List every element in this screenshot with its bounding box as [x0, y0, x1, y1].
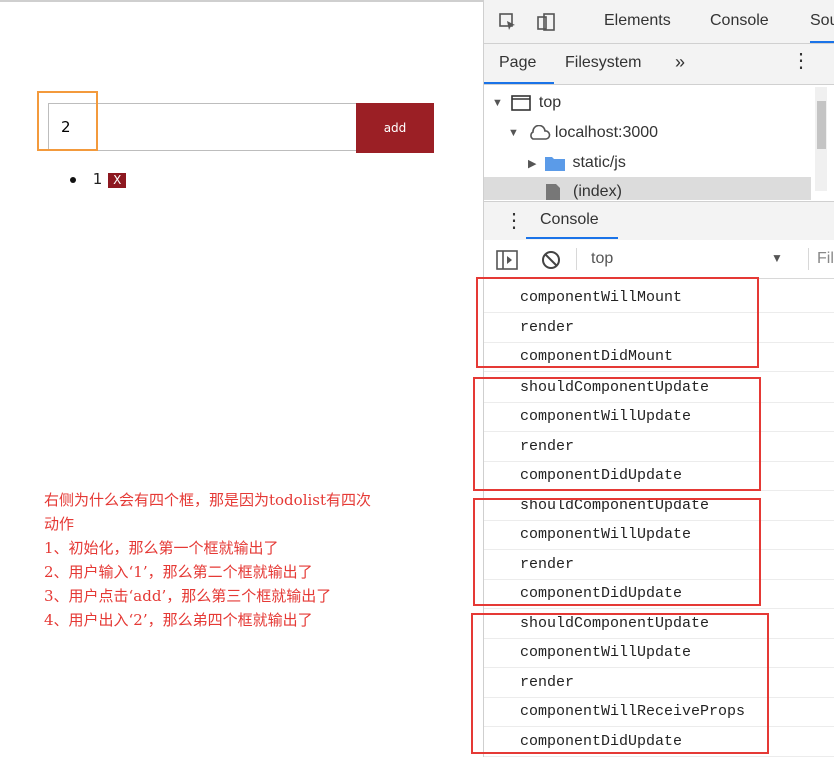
active-subtab-underline: [484, 82, 554, 84]
annotation-box-4: [471, 613, 769, 754]
list-item: 1 X: [70, 170, 127, 188]
todo-list: 1 X: [70, 170, 127, 188]
dropdown-arrow-icon[interactable]: ▼: [771, 251, 783, 265]
note-line: 3、用户点击‘add’，那么第三个框就输出了: [44, 587, 332, 605]
annotation-box-2: [473, 377, 761, 491]
tree-item-label: top: [538, 94, 562, 111]
drawer-menu-icon[interactable]: ⋮: [504, 208, 524, 233]
devtools-tabbar: Elements Console Sou: [484, 0, 834, 44]
tab-console[interactable]: Console: [710, 12, 769, 30]
note-line: 2、用户输入‘1’，那么第二个框就输出了: [44, 563, 313, 581]
tree-item-folder[interactable]: ▶ static/js: [528, 148, 626, 178]
frame-icon: [511, 95, 531, 111]
inspect-icon[interactable]: [498, 12, 518, 32]
folder-icon: [545, 157, 566, 171]
console-drawer-header: ⋮ Console: [484, 201, 834, 241]
tab-page[interactable]: Page: [499, 54, 536, 72]
clear-console-icon[interactable]: [541, 250, 561, 270]
filter-input[interactable]: Filt: [817, 250, 834, 268]
toolbar-divider: [808, 248, 809, 270]
explanation-note: 右侧为什么会有四个框，那是因为todolist有四次 动作 1、初始化，那么第一…: [44, 488, 474, 632]
toolbar-divider: [576, 248, 577, 270]
active-tab-underline: [810, 41, 834, 43]
expand-triangle-icon: ▼: [508, 127, 519, 139]
collapse-triangle-icon: ▶: [528, 157, 537, 170]
annotation-box-1: [476, 277, 759, 368]
note-line: 4、用户出入‘2’，那么弟四个框就输出了: [44, 611, 313, 629]
tab-elements[interactable]: Elements: [604, 12, 671, 30]
scroll-thumb[interactable]: [817, 101, 826, 149]
drawer-tab-console[interactable]: Console: [540, 211, 599, 229]
tree-item-index[interactable]: (index): [484, 177, 811, 200]
tree-item-host[interactable]: ▼ localhost:3000: [508, 118, 658, 148]
more-options-icon[interactable]: ⋮: [791, 51, 811, 71]
file-tree: ▼ top ▼ localhost:3000 ▶ static/js (inde…: [484, 85, 834, 200]
tree-item-top[interactable]: ▼ top: [492, 88, 561, 118]
tree-scrollbar[interactable]: [815, 87, 827, 191]
device-toolbar-icon[interactable]: [536, 12, 556, 32]
sidebar-toggle-icon[interactable]: [496, 250, 518, 270]
file-icon: [546, 184, 560, 200]
console-toolbar: top ▼ Filt: [484, 240, 834, 279]
tree-item-label: localhost:3000: [554, 124, 659, 141]
more-tabs-icon[interactable]: »: [675, 52, 685, 73]
bullet-icon: [70, 176, 76, 183]
cloud-icon: [530, 125, 551, 140]
todo-item-text[interactable]: 1: [93, 170, 103, 188]
expand-triangle-icon: ▼: [492, 97, 503, 109]
top-divider: [0, 0, 483, 2]
context-selector[interactable]: top: [591, 250, 613, 268]
tree-item-label: (index): [573, 183, 622, 200]
add-button[interactable]: add: [356, 103, 434, 153]
input-highlight-box: [37, 91, 98, 151]
delete-button[interactable]: X: [108, 173, 127, 188]
tab-sources[interactable]: Sou: [810, 12, 834, 30]
annotation-box-3: [473, 498, 761, 606]
drawer-tab-underline: [526, 237, 618, 239]
note-line: 右侧为什么会有四个框，那是因为todolist有四次: [44, 491, 372, 509]
sources-subtabs: Page Filesystem » ⋮: [484, 44, 834, 85]
tab-filesystem[interactable]: Filesystem: [565, 54, 641, 72]
note-line: 动作: [44, 515, 75, 533]
tree-item-label: static/js: [572, 154, 626, 171]
note-line: 1、初始化，那么第一个框就输出了: [44, 539, 279, 557]
